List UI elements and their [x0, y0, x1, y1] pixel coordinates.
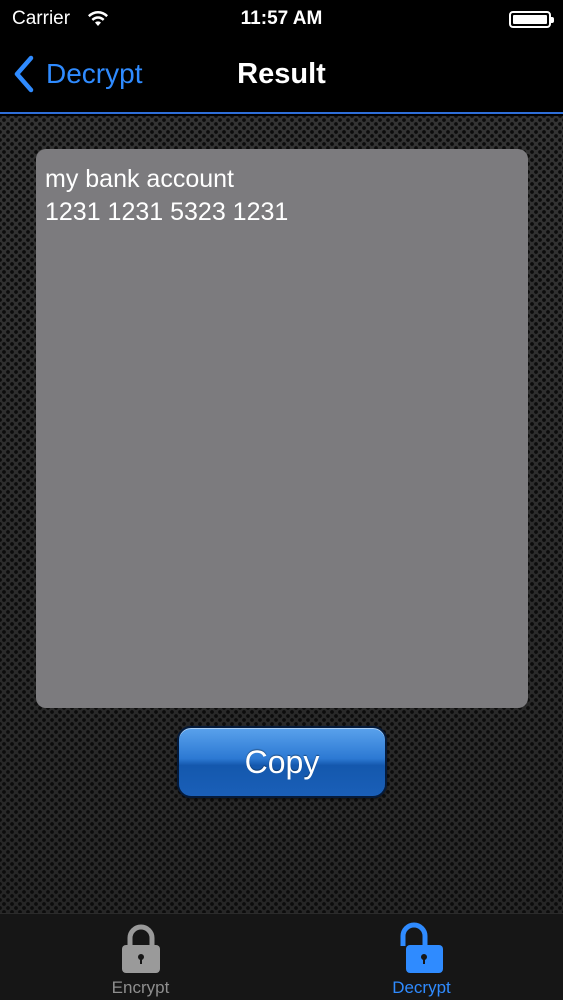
navigation-bar: Decrypt Result [0, 38, 563, 114]
main-content: my bank account 1231 1231 5323 1231 Copy [0, 116, 563, 913]
lock-open-icon [400, 922, 443, 973]
tab-decrypt[interactable]: Decrypt [281, 914, 562, 1000]
copy-button[interactable]: Copy [177, 726, 387, 798]
lock-closed-icon [121, 924, 160, 973]
battery-icon [509, 11, 554, 28]
tab-decrypt-label: Decrypt [392, 978, 451, 997]
tab-encrypt[interactable]: Encrypt [0, 914, 281, 1000]
result-text-view[interactable]: my bank account 1231 1231 5323 1231 [36, 149, 528, 708]
status-bar: Carrier 11:57 AM [0, 0, 563, 38]
clock: 11:57 AM [240, 8, 323, 29]
tab-bar: Encrypt Decrypt [0, 913, 563, 1000]
tab-encrypt-label: Encrypt [111, 978, 170, 997]
page-title: Result [237, 58, 326, 90]
